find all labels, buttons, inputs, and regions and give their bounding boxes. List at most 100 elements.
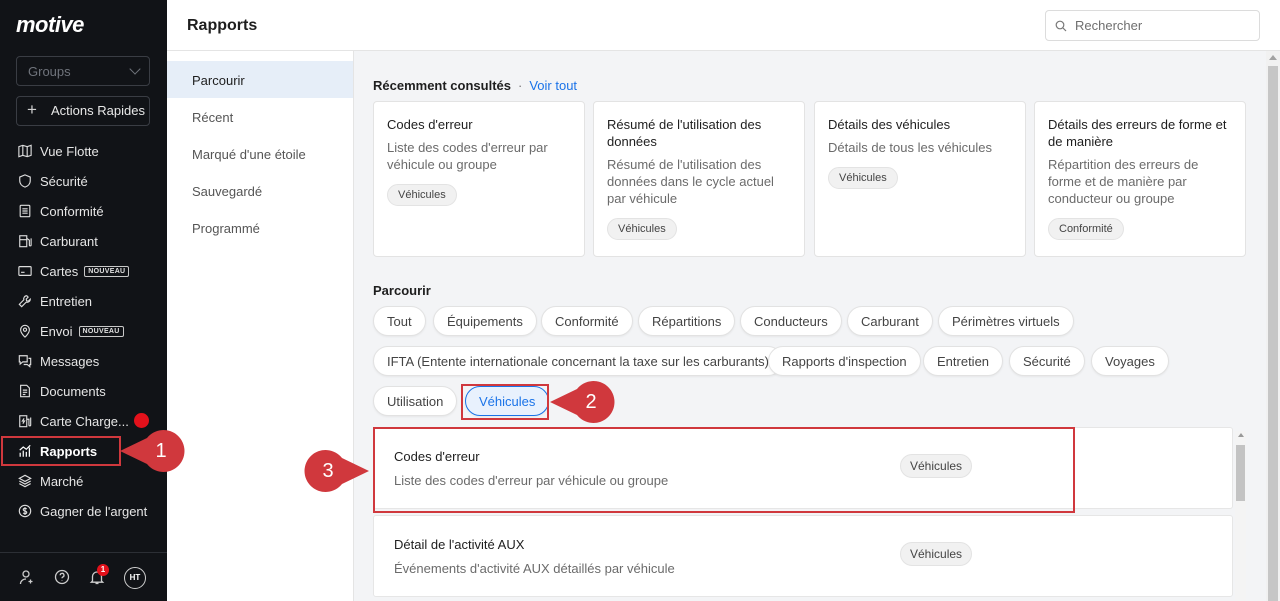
scroll-up-icon[interactable] — [1238, 433, 1244, 437]
report-description: Événements d'activité AUX détaillés par … — [394, 561, 675, 576]
notification-count-badge: 1 — [97, 564, 109, 576]
category-chip: Véhicules — [607, 218, 677, 240]
recent-section-heading: Récemment consultés · Voir tout — [373, 78, 577, 93]
chevron-down-icon — [129, 63, 141, 75]
messages-icon — [18, 354, 32, 368]
sidebar-item-label: Entretien — [40, 293, 93, 309]
sidebar-item-label: Vue Flotte — [40, 143, 99, 159]
user-settings-icon[interactable] — [19, 569, 35, 585]
recent-report-card[interactable]: Détails des véhicules Détails de tous le… — [814, 101, 1026, 257]
browse-heading: Parcourir — [373, 283, 431, 298]
avatar[interactable]: HT — [124, 567, 146, 589]
recent-heading: Récemment consultés — [373, 78, 511, 93]
sidebar-item-label: Carte Charge... — [40, 413, 129, 429]
report-list-scrollbar[interactable] — [1235, 431, 1246, 601]
shield-icon — [18, 174, 32, 188]
subnav-item-starred[interactable]: Marqué d'une étoile — [167, 135, 353, 172]
search-input[interactable] — [1075, 18, 1255, 33]
card-title: Codes d'erreur — [387, 117, 473, 132]
filter-chip-entretien[interactable]: Entretien — [923, 346, 1004, 376]
charger-icon — [18, 414, 32, 428]
quick-actions-button[interactable]: + Actions Rapides — [16, 96, 150, 126]
wrench-icon — [18, 294, 32, 308]
search-box[interactable] — [1045, 10, 1260, 41]
page-header: Rapports — [167, 0, 1280, 51]
clipboard-icon — [18, 204, 32, 218]
filter-chip-utilisation[interactable]: Utilisation — [373, 386, 458, 416]
scrollbar-thumb[interactable] — [1268, 66, 1278, 601]
location-icon — [18, 324, 32, 338]
sidebar-item-vue-flotte[interactable]: Vue Flotte — [0, 136, 167, 166]
recent-report-card[interactable]: Détails des erreurs de forme et de maniè… — [1034, 101, 1246, 257]
sidebar-item-label: Carburant — [40, 233, 98, 249]
sidebar-item-messages[interactable]: Messages — [0, 346, 167, 376]
new-badge: NOUVEAU — [84, 265, 130, 277]
filter-chip-tout[interactable]: Tout — [373, 306, 426, 336]
category-chip: Véhicules — [900, 542, 973, 566]
callout-number: 3 — [322, 460, 334, 482]
map-icon — [18, 144, 32, 158]
document-icon — [18, 384, 32, 398]
search-icon — [1055, 20, 1067, 32]
dollar-icon — [18, 504, 32, 518]
new-badge: NOUVEAU — [78, 325, 124, 337]
card-description: Détails de tous les véhicules — [828, 140, 993, 155]
motive-logo[interactable]: motive — [16, 12, 84, 38]
sidebar-item-entretien[interactable]: Entretien — [0, 286, 167, 316]
filter-chip-conformite[interactable]: Conformité — [541, 306, 633, 336]
subnav-item-saved[interactable]: Sauvegardé — [167, 172, 353, 209]
sidebar-item-conformite[interactable]: Conformité — [0, 196, 167, 226]
filter-chip-equipements[interactable]: Équipements — [433, 306, 537, 336]
groups-select[interactable]: Groups — [16, 56, 150, 86]
plus-icon: + — [27, 100, 37, 119]
card-title: Résumé de l'utilisation des données — [607, 117, 762, 149]
sidebar-item-label: Envoi — [40, 323, 73, 339]
sidebar-item-envoi[interactable]: Envoi NOUVEAU — [0, 316, 167, 346]
scrollbar-thumb[interactable] — [1236, 445, 1245, 501]
card-title: Détails des erreurs de forme et de maniè… — [1048, 117, 1227, 149]
filter-chip-carburant[interactable]: Carburant — [847, 306, 933, 336]
sidebar-item-label: Sécurité — [40, 173, 88, 189]
recent-report-card[interactable]: Codes d'erreur Liste des codes d'erreur … — [373, 101, 585, 257]
subnav-item-parcourir[interactable]: Parcourir — [167, 61, 353, 98]
sidebar-item-carburant[interactable]: Carburant — [0, 226, 167, 256]
page-title: Rapports — [187, 17, 258, 34]
card-description: Résumé de l'utilisation des données dans… — [607, 157, 774, 206]
report-title: Détail de l'activité AUX — [394, 537, 525, 552]
filter-chip-perimetres[interactable]: Périmètres virtuels — [938, 306, 1074, 336]
report-list-item[interactable]: Détail de l'activité AUX Événements d'ac… — [373, 515, 1233, 597]
report-list: Codes d'erreur Liste des codes d'erreur … — [373, 427, 1250, 601]
scroll-up-icon[interactable] — [1269, 55, 1277, 60]
category-chip: Véhicules — [828, 167, 898, 189]
callout-marker-3: 3 — [304, 450, 369, 492]
subnav-item-scheduled[interactable]: Programmé — [167, 209, 353, 246]
help-icon[interactable] — [54, 569, 70, 585]
filter-chip-voyages[interactable]: Voyages — [1091, 346, 1169, 376]
filter-chip-inspection[interactable]: Rapports d'inspection — [768, 346, 921, 376]
sidebar-item-gagner[interactable]: Gagner de l'argent — [0, 496, 167, 526]
sidebar-item-cartes[interactable]: Cartes NOUVEAU — [0, 256, 167, 286]
card-description: Répartition des erreurs de forme et de m… — [1048, 157, 1199, 206]
callout-marker-2: 2 — [550, 381, 615, 423]
callout-number: 2 — [585, 391, 597, 413]
separator-dot: · — [518, 78, 523, 93]
sidebar-item-documents[interactable]: Documents — [0, 376, 167, 406]
filter-chip-repartitions[interactable]: Répartitions — [638, 306, 736, 336]
filter-chip-ifta[interactable]: IFTA (Entente internationale concernant … — [373, 346, 784, 376]
sidebar-item-label: Messages — [40, 353, 100, 369]
category-chip: Véhicules — [387, 184, 457, 206]
sidebar-item-label: Gagner de l'argent — [40, 503, 148, 519]
recent-report-card[interactable]: Résumé de l'utilisation des données Résu… — [593, 101, 805, 257]
category-chip: Conformité — [1048, 218, 1124, 240]
page-scrollbar[interactable] — [1266, 51, 1280, 601]
sidebar-item-securite[interactable]: Sécurité — [0, 166, 167, 196]
filter-chip-conducteurs[interactable]: Conducteurs — [740, 306, 842, 336]
sidebar-item-label: Documents — [40, 383, 106, 399]
see-all-link[interactable]: Voir tout — [529, 78, 577, 93]
callout-highlight-rapports — [1, 436, 121, 466]
callout-number: 1 — [155, 440, 167, 462]
subnav-item-recent[interactable]: Récent — [167, 98, 353, 135]
callout-highlight-report — [373, 427, 1075, 513]
callout-marker-1: 1 — [120, 430, 185, 472]
filter-chip-securite[interactable]: Sécurité — [1009, 346, 1085, 376]
